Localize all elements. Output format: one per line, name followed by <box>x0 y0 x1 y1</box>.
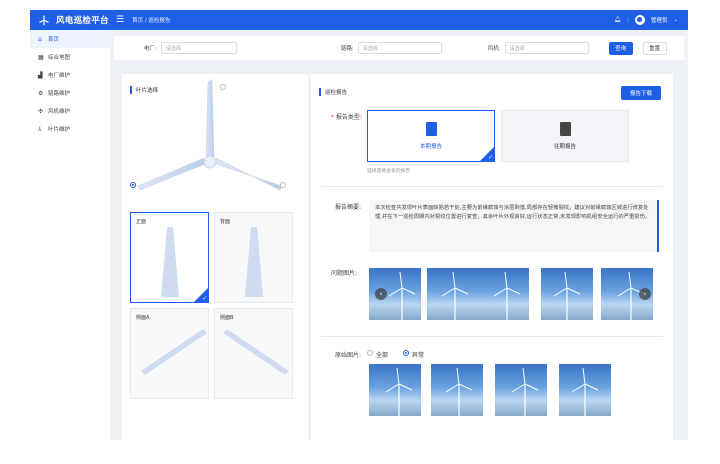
filter-abnormal-radio[interactable] <box>403 350 409 356</box>
reset-button[interactable]: 重置 <box>642 41 667 55</box>
filter-all-label[interactable]: 全部 <box>376 350 388 359</box>
view-card-side-b[interactable]: 侧面B <box>214 308 293 399</box>
summary-label: 报告摘要: <box>335 204 362 211</box>
turbine-logo-icon <box>39 15 49 25</box>
original-image[interactable] <box>369 364 421 416</box>
filter-abnormal-label[interactable]: 异常 <box>412 350 424 359</box>
menu-toggle-icon[interactable]: ☰ <box>116 15 124 25</box>
original-images-label: 原始图片: <box>335 352 362 359</box>
blade-right <box>215 157 283 191</box>
blade-left <box>137 157 206 191</box>
blade-top <box>205 79 215 159</box>
blade-side-b-image <box>223 329 289 375</box>
sidebar: ⌂ 首页 ▦ 综合地图 ▟ 电厂维护 ⚙ 链路维护 ✣ 风机维护 ⅄ 叶片维护 <box>30 30 110 440</box>
blade-side-a-image <box>141 329 207 375</box>
report-title: 巡检报告 <box>319 88 347 96</box>
filter-all-radio[interactable] <box>367 350 373 356</box>
turbine-select[interactable]: 请选择 <box>504 42 589 54</box>
link-icon: ⚙ <box>38 89 44 97</box>
sidebar-item-home[interactable]: ⌂ 首页 <box>30 30 110 48</box>
view-card-side-a[interactable]: 侧面A <box>130 308 209 399</box>
original-image[interactable] <box>431 364 483 416</box>
turbine-diagram <box>137 79 283 191</box>
carousel-next-button[interactable]: › <box>639 288 651 300</box>
user-name[interactable]: 管理员 <box>651 16 668 24</box>
plant-label: 电厂: <box>144 46 157 52</box>
summary-text: 本次检查共发现叶片表面缺陷若干处,主要为前缘腐蚀与涂层剥落,局部存在轻微裂纹。建… <box>369 200 659 252</box>
breadcrumb: 首页 / 巡检报告 <box>132 18 171 24</box>
home-icon: ⌂ <box>38 35 42 43</box>
divider <box>321 186 663 187</box>
problem-image[interactable] <box>477 268 529 320</box>
report-hint: 选择需要查看的报告 <box>367 169 411 174</box>
selected-check-icon: ✓ <box>194 288 208 302</box>
blade-select-panel: 叶片选择 正面 ✓ 背面 侧面A 侧面B <box>122 74 308 464</box>
document-icon <box>425 122 437 136</box>
turbine-icon: ✣ <box>38 107 44 115</box>
report-download-button[interactable]: 报告下载 <box>621 86 661 100</box>
avatar[interactable] <box>634 15 645 25</box>
search-button[interactable]: 查询 <box>608 41 633 55</box>
original-image[interactable] <box>495 364 547 416</box>
report-panel: 巡检报告 报告下载 * 报告类型: 本期报告 ✓ 往期报告 选择需要查看的报告 … <box>311 74 673 464</box>
link-select[interactable]: 请选择 <box>357 42 442 54</box>
history-document-icon <box>559 122 571 136</box>
sidebar-item-map[interactable]: ▦ 综合地图 <box>30 48 110 66</box>
link-label: 链路: <box>340 46 354 52</box>
sidebar-item-link[interactable]: ⚙ 链路维护 <box>30 84 110 102</box>
turbine-hub <box>203 155 217 169</box>
blade-radio-left[interactable] <box>130 182 136 188</box>
report-type-label: * 报告类型: <box>331 114 362 121</box>
header-divider: | <box>627 17 629 23</box>
app-logo[interactable]: 风电巡检平台 <box>30 14 112 26</box>
view-card-front[interactable]: 正面 ✓ <box>130 212 209 303</box>
sidebar-item-blade[interactable]: ⅄ 叶片维护 <box>30 120 110 138</box>
problem-images-label: 问题图片: <box>331 270 358 277</box>
problem-image[interactable] <box>541 268 593 320</box>
sidebar-item-turbine[interactable]: ✣ 风机维护 <box>30 102 110 120</box>
selected-check-icon: ✓ <box>480 147 494 161</box>
blade-radio-top[interactable] <box>220 84 226 90</box>
report-type-current[interactable]: 本期报告 ✓ <box>367 110 495 162</box>
sidebar-item-plant[interactable]: ▟ 电厂维护 <box>30 66 110 84</box>
app-title: 风电巡检平台 <box>56 16 109 26</box>
chevron-down-icon[interactable]: ⌄ <box>673 17 678 23</box>
blade-icon: ⅄ <box>38 125 42 133</box>
blade-radio-right[interactable] <box>280 182 286 188</box>
view-card-back[interactable]: 背面 <box>214 212 293 303</box>
carousel-prev-button[interactable]: ‹ <box>375 288 387 300</box>
turbine-label: 风机: <box>487 46 501 52</box>
header: 风电巡检平台 ☰ 首页 / 巡检报告 🔔︎ | 管理员 ⌄ <box>30 10 688 30</box>
original-image[interactable] <box>559 364 611 416</box>
filter-bar: 电厂: 请选择 链路: 请选择 风机: 请选择 查询 重置 <box>114 36 684 60</box>
problem-image[interactable] <box>427 268 479 320</box>
report-type-history[interactable]: 往期报告 <box>501 110 629 162</box>
map-icon: ▦ <box>38 53 44 61</box>
divider <box>321 336 663 337</box>
bell-icon[interactable]: 🔔︎ <box>614 17 621 23</box>
plant-icon: ▟ <box>38 71 43 79</box>
plant-select[interactable]: 请选择 <box>160 42 237 54</box>
blade-back-image <box>245 227 263 297</box>
